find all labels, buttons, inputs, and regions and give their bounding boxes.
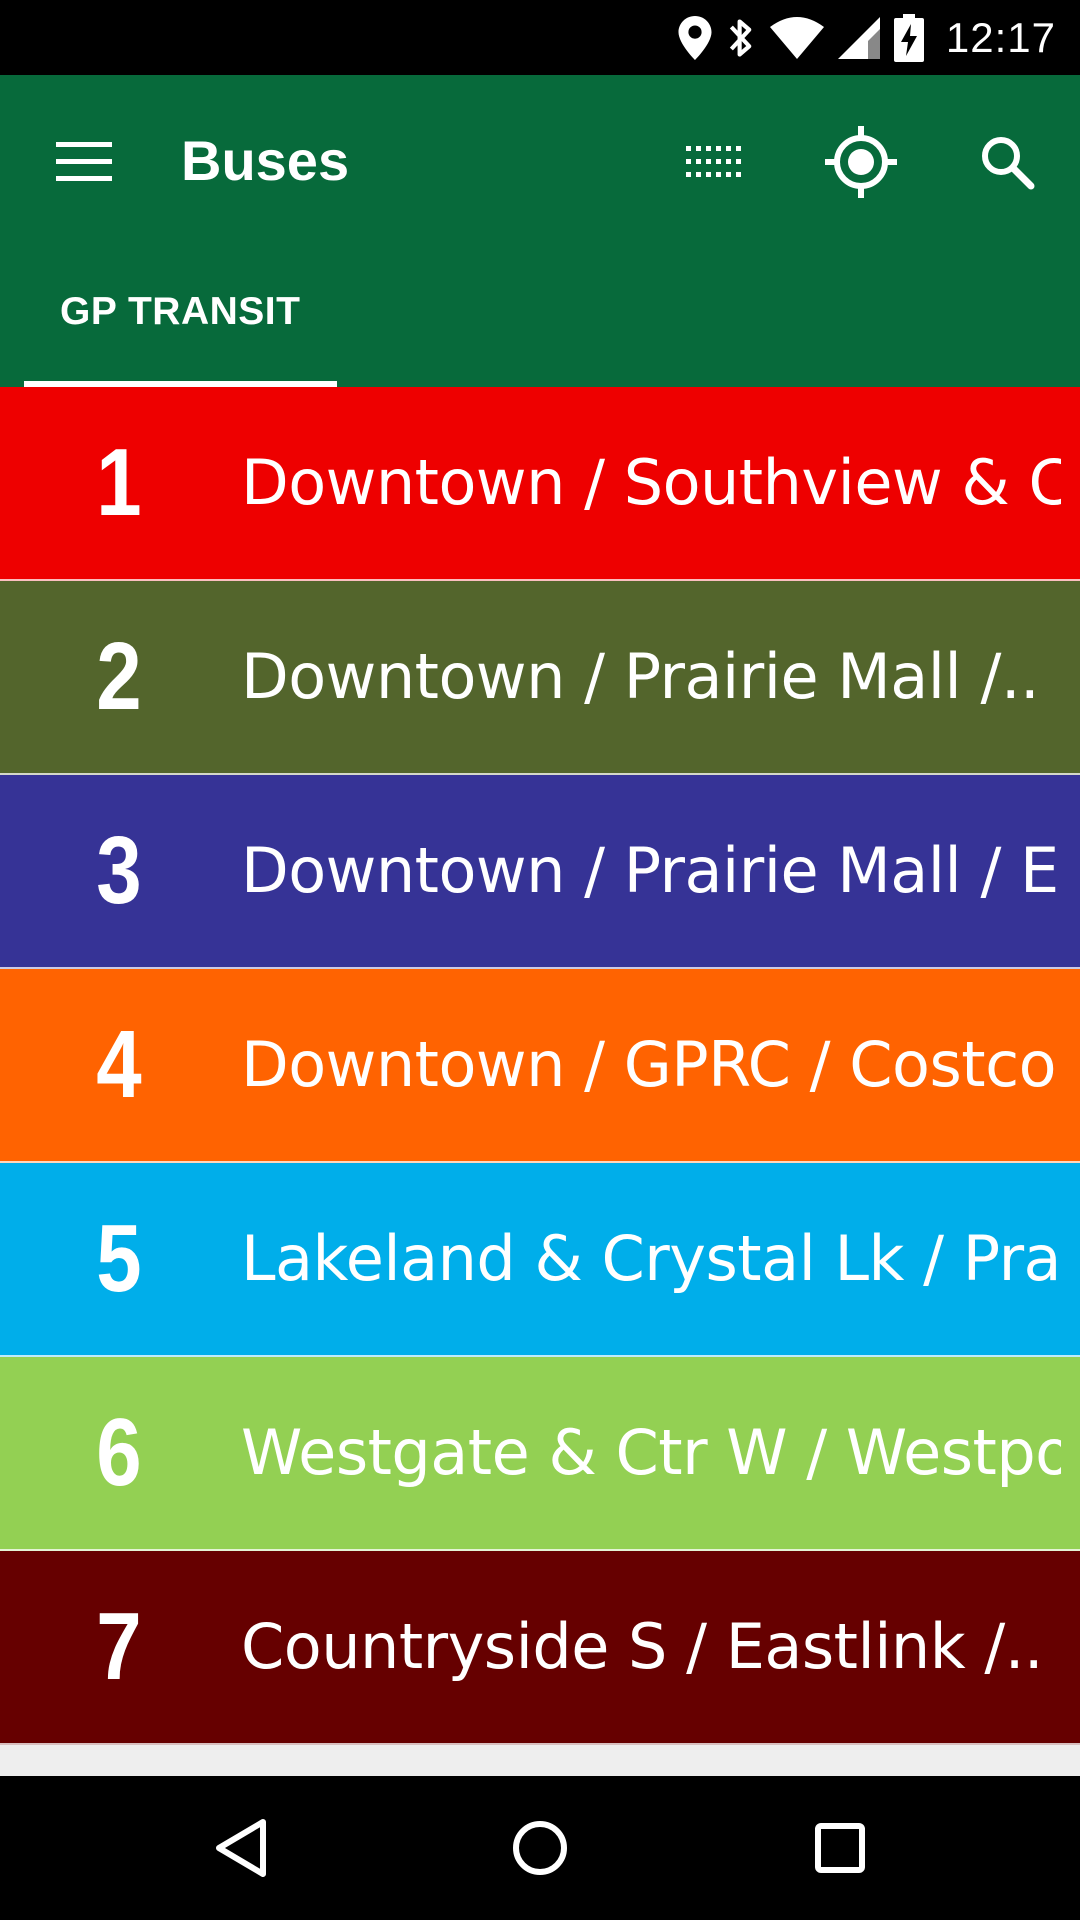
route-number: 5 xyxy=(96,1205,142,1312)
route-number: 6 xyxy=(96,1399,142,1506)
wifi-icon xyxy=(769,16,824,59)
route-row-3[interactable]: 3 Downtown / Prairie Mall / E.. xyxy=(0,775,1080,969)
tab-gp-transit[interactable]: GP TRANSIT xyxy=(24,270,337,387)
status-bar: 12:17 xyxy=(0,0,1080,75)
route-number: 4 xyxy=(96,1011,142,1118)
bluetooth-icon xyxy=(726,16,756,60)
route-row-4[interactable]: 4 Downtown / GPRC / Costco xyxy=(0,969,1080,1163)
route-list: 1 Downtown / Southview & C.. 2 Downtown … xyxy=(0,387,1080,1745)
route-name: Downtown / Prairie Mall / E.. xyxy=(241,834,1061,907)
back-icon[interactable] xyxy=(191,1798,291,1898)
tab-label: GP TRANSIT xyxy=(60,290,301,333)
route-row-5[interactable]: 5 Lakeland & Crystal Lk / Prai.. xyxy=(0,1163,1080,1357)
route-number: 2 xyxy=(96,623,142,730)
battery-charging-icon xyxy=(893,13,924,62)
route-name: Downtown / Southview & C.. xyxy=(241,446,1061,519)
app-bar: Buses GP TRANSIT xyxy=(0,75,1080,387)
route-number: 1 xyxy=(96,429,142,536)
route-row-2[interactable]: 2 Downtown / Prairie Mall /.. xyxy=(0,581,1080,775)
route-number: 3 xyxy=(96,817,142,924)
route-row-1[interactable]: 1 Downtown / Southview & C.. xyxy=(0,387,1080,581)
recents-icon[interactable] xyxy=(790,1798,890,1898)
signal-icon xyxy=(837,16,880,59)
route-row-7[interactable]: 7 Countryside S / Eastlink /.. xyxy=(0,1551,1080,1745)
navigation-bar xyxy=(0,1776,1080,1920)
page-title: Buses xyxy=(181,129,350,192)
route-name: Downtown / Prairie Mall /.. xyxy=(241,640,1040,713)
status-time: 12:17 xyxy=(945,13,1056,61)
home-icon[interactable] xyxy=(490,1798,590,1898)
my-location-icon[interactable] xyxy=(817,118,905,206)
route-name: Lakeland & Crystal Lk / Prai.. xyxy=(241,1222,1061,1295)
route-name: Westgate & Ctr W / Westpo.. xyxy=(241,1416,1061,1489)
grid-icon[interactable] xyxy=(670,118,758,206)
route-name: Countryside S / Eastlink /.. xyxy=(241,1610,1044,1683)
search-icon[interactable] xyxy=(963,118,1051,206)
menu-icon[interactable] xyxy=(40,118,128,206)
location-pin-icon xyxy=(678,15,712,60)
status-icons: 12:17 xyxy=(678,0,1056,75)
route-name: Downtown / GPRC / Costco xyxy=(241,1028,1057,1101)
route-number: 7 xyxy=(96,1593,142,1700)
route-row-6[interactable]: 6 Westgate & Ctr W / Westpo.. xyxy=(0,1357,1080,1551)
